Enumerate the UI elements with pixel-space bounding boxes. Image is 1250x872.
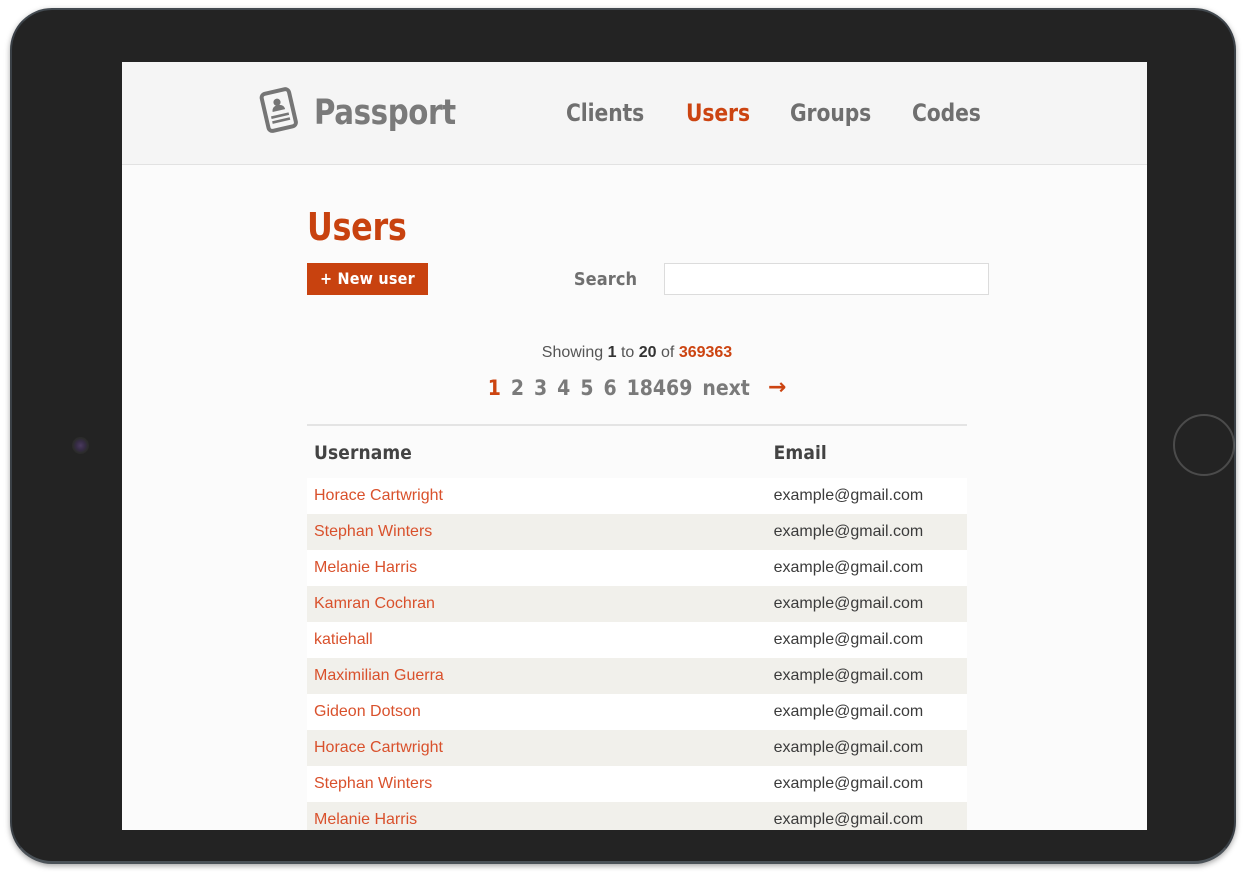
cell-email: example@gmail.com xyxy=(773,631,924,648)
table-row: Stephan Winters example@gmail.com xyxy=(307,766,967,802)
cell-email: example@gmail.com xyxy=(773,811,924,828)
tablet-device-frame: Passport Clients Users Groups Codes User… xyxy=(10,8,1236,864)
page-link-last[interactable]: 18469 xyxy=(627,376,693,400)
cell-email: example@gmail.com xyxy=(773,523,924,540)
cell-email: example@gmail.com xyxy=(773,739,924,756)
username-link[interactable]: Stephan Winters xyxy=(314,523,432,540)
nav-item-clients[interactable]: Clients xyxy=(566,99,644,127)
table-row: Horace Cartwright example@gmail.com xyxy=(307,730,967,766)
showing-of-word: of xyxy=(661,344,675,361)
page-link-1[interactable]: 1 xyxy=(488,376,501,400)
cell-username: Stephan Winters xyxy=(307,514,457,550)
table-row: katiehall example@gmail.com xyxy=(307,622,967,658)
nav-item-codes[interactable]: Codes xyxy=(912,99,981,127)
arrow-right-icon[interactable]: → xyxy=(768,375,786,400)
users-table-head: Username Email xyxy=(307,442,967,478)
nav-item-users[interactable]: Users xyxy=(686,99,750,127)
showing-prefix: Showing xyxy=(541,344,604,361)
users-table-body: Horace Cartwright example@gmail.com Step… xyxy=(307,478,967,830)
page-body: Users + New user Search Showing 1 to 20 … xyxy=(122,165,1147,830)
table-row: Kamran Cochran example@gmail.com xyxy=(307,586,967,622)
table-row: Horace Cartwright example@gmail.com xyxy=(307,478,967,514)
home-button-icon[interactable] xyxy=(1173,414,1235,476)
table-header-row: Username Email xyxy=(307,442,967,478)
cell-username: Maximilian Guerra xyxy=(307,658,457,694)
cell-email: example@gmail.com xyxy=(773,667,924,684)
username-link[interactable]: Gideon Dotson xyxy=(314,703,421,720)
content-column: Users + New user Search Showing 1 to 20 … xyxy=(307,165,990,830)
table-row: Gideon Dotson example@gmail.com xyxy=(307,694,967,730)
top-navigation-bar: Passport Clients Users Groups Codes xyxy=(122,62,1147,165)
username-link[interactable]: Maximilian Guerra xyxy=(314,667,444,684)
page-link-2[interactable]: 2 xyxy=(511,376,524,400)
cell-username: Gideon Dotson xyxy=(307,694,457,730)
cell-username: Melanie Harris xyxy=(307,550,457,586)
nav-item-groups[interactable]: Groups xyxy=(790,99,871,127)
showing-summary: Showing 1 to 20 of 369363 xyxy=(307,343,967,363)
showing-to-word: to xyxy=(620,344,635,361)
next-page-link[interactable]: next xyxy=(702,376,750,400)
table-row: Melanie Harris example@gmail.com xyxy=(307,802,967,830)
pagination-block: Showing 1 to 20 of 369363 1 2 3 4 5 6 18… xyxy=(307,343,967,400)
browser-viewport: Passport Clients Users Groups Codes User… xyxy=(122,62,1147,830)
cell-email: example@gmail.com xyxy=(773,559,924,576)
cell-email: example@gmail.com xyxy=(773,487,924,504)
column-header-username[interactable]: Username xyxy=(307,442,457,478)
username-link[interactable]: Stephan Winters xyxy=(314,775,432,792)
camera-lens-icon xyxy=(72,437,89,454)
users-table: Username Email Horace Cartwright example… xyxy=(307,442,967,830)
username-link[interactable]: Melanie Harris xyxy=(314,559,417,576)
cell-username: Stephan Winters xyxy=(307,766,457,802)
username-link[interactable]: Horace Cartwright xyxy=(314,739,443,756)
id-card-icon xyxy=(256,85,302,142)
cell-username: Horace Cartwright xyxy=(307,478,457,514)
showing-to: 20 xyxy=(638,344,657,361)
search-group: Search xyxy=(573,263,990,295)
page-title: Users xyxy=(307,205,407,249)
nav-links: Clients Users Groups Codes xyxy=(566,99,985,127)
page-link-5[interactable]: 5 xyxy=(580,376,593,400)
cell-email: example@gmail.com xyxy=(773,703,924,720)
cell-username: katiehall xyxy=(307,622,457,658)
brand-logo-link[interactable]: Passport xyxy=(256,85,466,142)
search-label: Search xyxy=(573,268,638,290)
cell-username: Horace Cartwright xyxy=(307,730,457,766)
showing-total: 369363 xyxy=(678,344,733,361)
new-user-button[interactable]: + New user xyxy=(307,263,428,295)
page-link-4[interactable]: 4 xyxy=(557,376,570,400)
search-input[interactable] xyxy=(664,263,990,295)
page-link-6[interactable]: 6 xyxy=(603,376,616,400)
showing-from: 1 xyxy=(607,344,617,361)
table-row: Maximilian Guerra example@gmail.com xyxy=(307,658,967,694)
cell-username: Melanie Harris xyxy=(307,802,457,830)
table-row: Melanie Harris example@gmail.com xyxy=(307,550,967,586)
page-link-3[interactable]: 3 xyxy=(534,376,547,400)
username-link[interactable]: Kamran Cochran xyxy=(314,595,435,612)
cell-email: example@gmail.com xyxy=(773,775,924,792)
username-link[interactable]: Horace Cartwright xyxy=(314,487,443,504)
cell-username: Kamran Cochran xyxy=(307,586,457,622)
column-header-email[interactable]: Email xyxy=(457,442,967,478)
table-row: Stephan Winters example@gmail.com xyxy=(307,514,967,550)
brand-name: Passport xyxy=(314,93,456,133)
page-links: 1 2 3 4 5 6 18469 next → xyxy=(307,375,967,400)
username-link[interactable]: Melanie Harris xyxy=(314,811,417,828)
username-link[interactable]: katiehall xyxy=(314,631,373,648)
cell-email: example@gmail.com xyxy=(773,595,924,612)
action-row: + New user Search xyxy=(307,263,990,295)
table-divider xyxy=(307,424,967,426)
